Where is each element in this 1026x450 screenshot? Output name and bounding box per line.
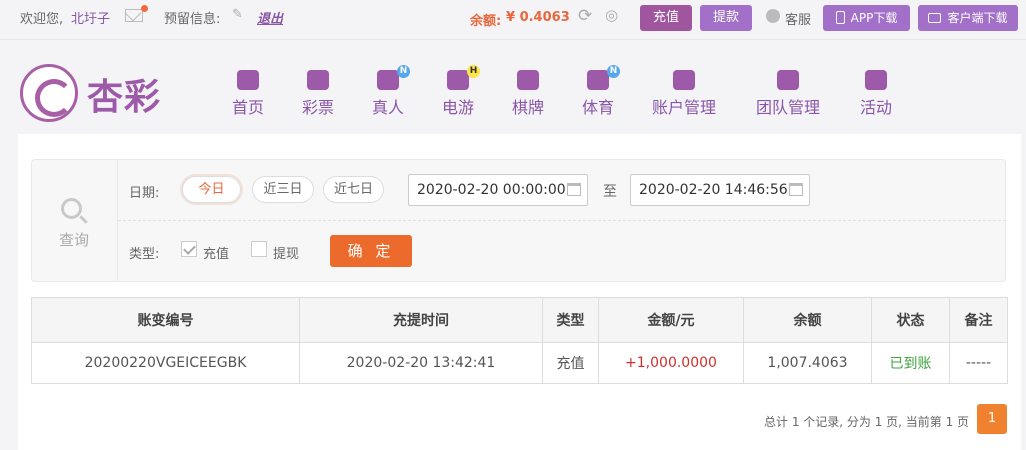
nav-label: 团队管理 — [756, 98, 821, 117]
nav-label: 真人 — [372, 98, 405, 117]
home-icon — [237, 70, 259, 90]
withdraw-checkbox-label[interactable]: 提现 — [273, 243, 299, 262]
query-label: 查询 — [59, 231, 90, 249]
recharge-button[interactable]: 充值 — [640, 5, 692, 31]
divider — [118, 220, 1006, 221]
transaction-id-cell: 20200220VGEICEEGBK — [31, 342, 300, 384]
nav-label: 体育 — [582, 98, 615, 117]
withdraw-button[interactable]: 提款 — [700, 5, 752, 31]
query-side: 查询 — [32, 160, 118, 281]
remark-cell: ----- — [949, 342, 1008, 384]
gamepad-icon: H — [447, 65, 480, 90]
column-header: 备注 — [949, 297, 1008, 343]
balance-value: ¥ 0.4063 — [506, 10, 570, 25]
column-header: 金额/元 — [598, 297, 744, 343]
client-download-label: 客户端下载 — [947, 11, 1008, 25]
customer-service-icon — [766, 9, 780, 23]
recharge-checkbox-label[interactable]: 充值 — [203, 243, 229, 262]
type-label: 类型: — [129, 247, 160, 262]
nav-label: 棋牌 — [512, 98, 545, 117]
nav-activity[interactable]: 活动 — [860, 70, 892, 118]
nav-label: 账户管理 — [652, 98, 717, 117]
nav-account[interactable]: 账户管理 — [652, 70, 716, 118]
monitor-icon — [928, 13, 942, 23]
notification-dot — [141, 5, 148, 12]
phone-icon — [835, 11, 845, 24]
column-header: 类型 — [542, 297, 599, 343]
recharge-checkbox[interactable] — [181, 241, 197, 257]
withdraw-checkbox[interactable] — [251, 241, 267, 257]
client-download-button[interactable]: 客户端下载 — [918, 5, 1018, 31]
cards-icon — [517, 70, 539, 90]
confirm-button[interactable]: 确 定 — [330, 235, 412, 267]
nav-label: 活动 — [860, 98, 893, 117]
live-dealer-icon: N — [377, 65, 410, 90]
nav-egame[interactable]: H 电游 — [442, 65, 480, 118]
ticket-icon — [307, 70, 329, 90]
nav-label: 首页 — [232, 98, 265, 117]
logo-text[interactable]: 杏彩 — [87, 68, 161, 120]
page-1-button[interactable]: 1 — [977, 404, 1007, 434]
table-row: 20200220VGEICEEGBK 2020-02-20 13:42:41 充… — [31, 342, 1008, 384]
start-date-value: 2020-02-20 00:00:00 — [417, 182, 566, 198]
preset-7days-button[interactable]: 近七日 — [323, 176, 384, 203]
nav-lottery[interactable]: 彩票 — [302, 70, 334, 118]
type-cell: 充值 — [542, 342, 599, 384]
calendar-icon[interactable] — [789, 183, 803, 196]
username-link[interactable]: 北圩子 — [71, 8, 110, 27]
to-label: 至 — [603, 184, 617, 200]
preset-today-button[interactable]: 今日 — [182, 176, 241, 203]
logout-link[interactable]: 退出 — [257, 8, 283, 27]
column-header: 充提时间 — [299, 297, 543, 343]
nav-label: 电游 — [442, 98, 475, 117]
edit-icon[interactable]: ✎ — [232, 7, 243, 22]
end-date-input[interactable]: 2020-02-20 14:46:56 — [630, 174, 810, 206]
customer-service-link[interactable]: 客服 — [785, 9, 811, 28]
hide-balance-icon[interactable]: ◎ — [605, 6, 618, 24]
amount-cell: +1,000.0000 — [598, 342, 744, 384]
date-label: 日期: — [129, 186, 160, 201]
nav-live[interactable]: N 真人 — [372, 65, 410, 118]
column-header: 账变编号 — [31, 297, 300, 343]
trophy-icon: N — [587, 65, 620, 90]
preset-3days-button[interactable]: 近三日 — [252, 176, 314, 203]
mail-icon[interactable] — [125, 5, 148, 22]
nav-sports[interactable]: N 体育 — [582, 65, 620, 118]
new-badge: N — [607, 65, 620, 78]
balance-cell: 1,007.4063 — [743, 342, 872, 384]
new-badge: N — [397, 65, 410, 78]
calendar-icon[interactable] — [567, 183, 581, 196]
end-date-value: 2020-02-20 14:46:56 — [639, 182, 788, 198]
logo-emblem[interactable] — [20, 64, 78, 122]
hot-badge: H — [467, 65, 480, 78]
start-date-input[interactable]: 2020-02-20 00:00:00 — [408, 174, 588, 206]
nav-label: 彩票 — [302, 98, 335, 117]
nav-team[interactable]: 团队管理 — [756, 70, 820, 118]
refresh-icon[interactable]: ⟳ — [578, 6, 592, 26]
nav-home[interactable]: 首页 — [232, 70, 264, 118]
balance-label: 余额: — [470, 14, 502, 29]
top-bar: 欢迎您, 北圩子 预留信息: ✎ 退出 余额: ¥ 0.4063 ⟳ ◎ 充值 … — [0, 0, 1026, 40]
table-header-row: 账变编号 充提时间 类型 金额/元 余额 状态 备注 — [31, 297, 1008, 343]
column-header: 状态 — [871, 297, 950, 343]
account-icon — [673, 70, 695, 90]
pagination-summary: 总计 1 个记录, 分为 1 页, 当前第 1 页 — [764, 415, 970, 429]
nav-chess[interactable]: 棋牌 — [512, 70, 544, 118]
app-download-label: APP下载 — [850, 11, 898, 25]
status-cell: 已到账 — [871, 342, 950, 384]
welcome-text: 欢迎您, — [20, 12, 64, 27]
search-icon — [61, 198, 82, 219]
time-cell: 2020-02-20 13:42:41 — [299, 342, 543, 384]
team-icon — [777, 70, 799, 90]
column-header: 余额 — [743, 297, 872, 343]
reserve-info-label: 预留信息: — [164, 12, 221, 27]
gift-icon — [865, 70, 887, 90]
records-table: 账变编号 充提时间 类型 金额/元 余额 状态 备注 20200220VGEIC… — [31, 297, 1008, 384]
app-download-button[interactable]: APP下载 — [823, 5, 910, 31]
